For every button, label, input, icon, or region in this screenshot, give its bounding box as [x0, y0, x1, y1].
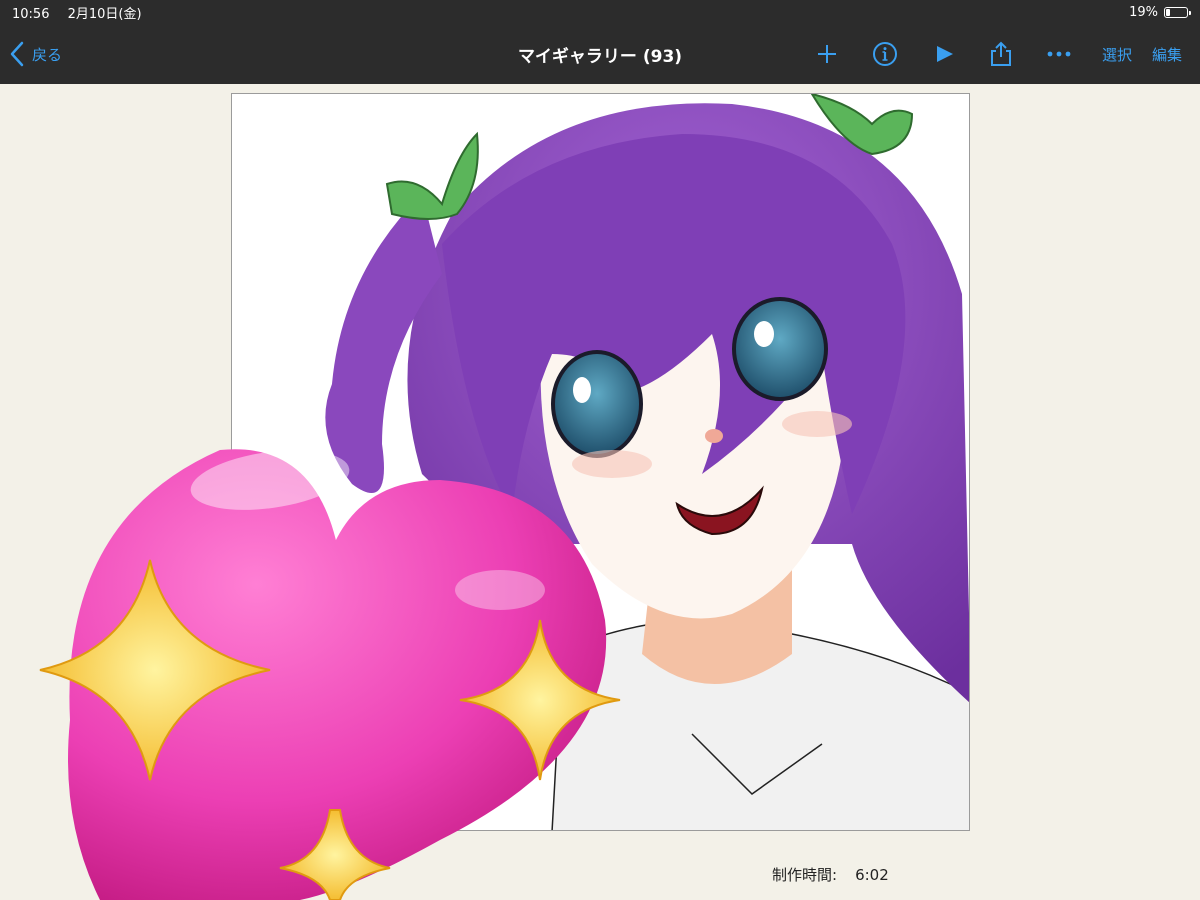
- more-icon: [1047, 51, 1071, 57]
- chevron-left-icon: [10, 41, 24, 67]
- toolbar-actions: 選択 編集: [802, 24, 1188, 84]
- status-right: 19%: [1129, 4, 1191, 20]
- production-time-value: 6:02: [855, 866, 889, 884]
- share-button[interactable]: [972, 24, 1030, 84]
- battery-icon: [1164, 6, 1191, 18]
- select-button[interactable]: 選択: [1088, 24, 1146, 84]
- status-left: 10:56 2月10日(金): [12, 3, 156, 22]
- info-button[interactable]: [852, 24, 918, 84]
- more-button[interactable]: [1030, 24, 1088, 84]
- production-time-label: 制作時間:: [772, 866, 838, 884]
- info-icon: [873, 42, 897, 66]
- production-time: 制作時間: 6:02: [772, 864, 889, 885]
- battery-percent: 19%: [1129, 4, 1158, 20]
- edit-button[interactable]: 編集: [1146, 24, 1188, 84]
- play-icon: [937, 46, 953, 62]
- status-date: 2月10日(金): [67, 6, 142, 22]
- heart-sparkle-sticker: [39, 449, 621, 900]
- navigation-bar: 戻る マイギャラリー (93) 選択 編集: [0, 24, 1200, 84]
- share-icon: [991, 41, 1011, 66]
- back-button[interactable]: 戻る: [10, 24, 62, 84]
- add-icon: [818, 45, 836, 63]
- add-button[interactable]: [802, 24, 852, 84]
- status-bar: 10:56 2月10日(金) 19%: [0, 0, 1200, 24]
- battery-fill: [1166, 8, 1170, 16]
- play-button[interactable]: [918, 24, 972, 84]
- back-label: 戻る: [32, 45, 63, 64]
- status-time: 10:56: [12, 6, 50, 22]
